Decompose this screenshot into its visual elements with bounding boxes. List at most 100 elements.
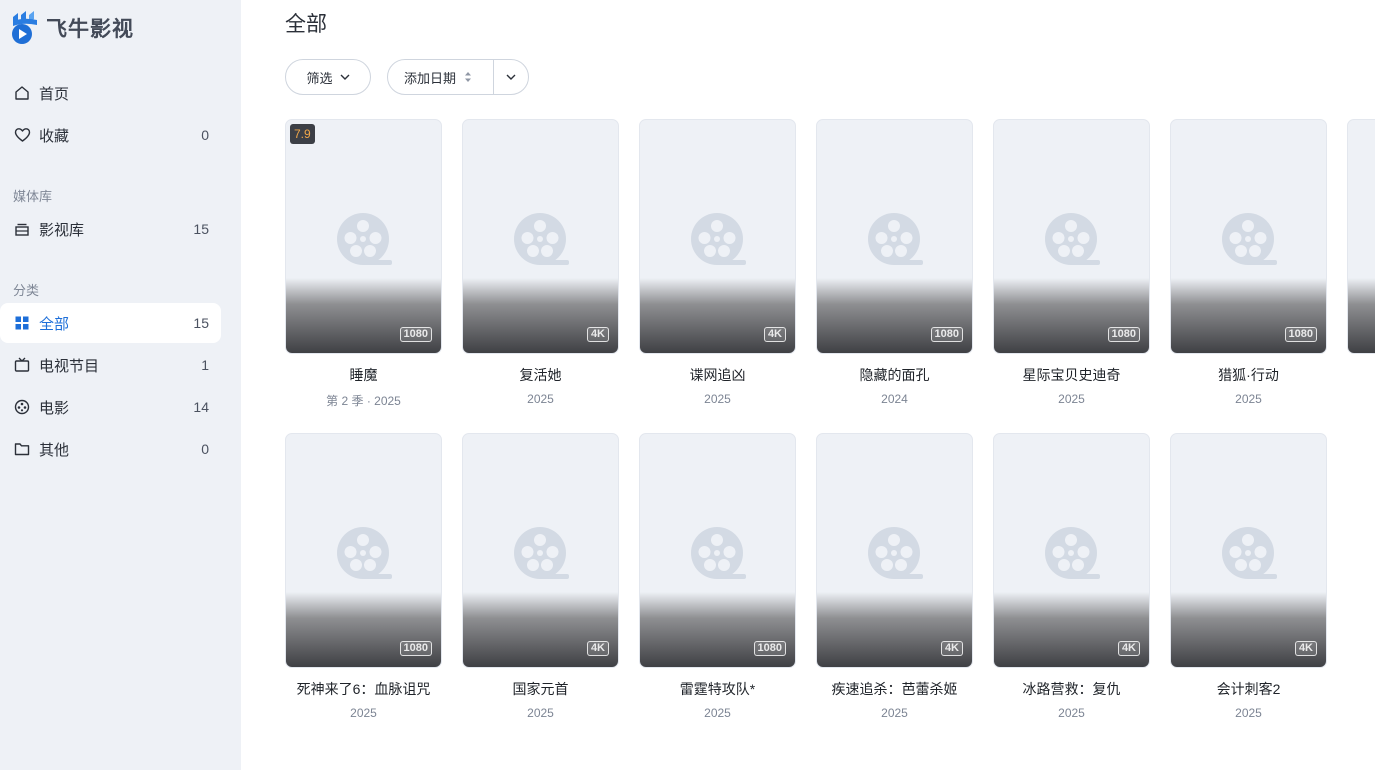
poster[interactable]: 1080	[816, 119, 973, 354]
film-reel-placeholder-icon	[514, 527, 569, 579]
media-card[interactable]: 1080 死神来了6：血脉诅咒 2025	[285, 433, 442, 720]
media-meta: 2025	[527, 392, 554, 406]
poster[interactable]: 1080	[1170, 119, 1327, 354]
poster[interactable]: 1080	[993, 119, 1150, 354]
sidebar-item-favorites[interactable]: 收藏 0	[0, 115, 221, 155]
media-card-partial[interactable]	[1347, 119, 1375, 354]
resolution-badge: 1080	[399, 641, 432, 656]
sidebar-item-media-library[interactable]: 影视库 15	[0, 209, 221, 249]
media-meta: 2025	[1235, 706, 1262, 720]
film-reel-placeholder-icon	[1045, 213, 1100, 265]
resolution-badge: 4K	[586, 327, 609, 342]
media-title[interactable]: 复活她	[462, 365, 619, 385]
film-reel-placeholder-icon	[337, 527, 392, 579]
heart-icon	[13, 126, 31, 144]
chevron-down-icon	[506, 74, 516, 80]
sidebar-item-count: 0	[201, 441, 209, 457]
sidebar-item-all[interactable]: 全部 15	[0, 303, 221, 343]
media-meta: 2025	[881, 706, 908, 720]
sort-label: 添加日期	[404, 70, 457, 86]
film-reel-placeholder-icon	[1222, 213, 1277, 265]
media-meta: 2025	[704, 392, 731, 406]
library-icon	[13, 220, 31, 238]
sidebar: 飞牛影视 首页 收藏 0 媒体库 影视库 15 分类 全部 15 电视节目 1 …	[0, 0, 241, 770]
media-card[interactable]: 4K 会计刺客2 2025	[1170, 433, 1327, 720]
sidebar-item-movies[interactable]: 电影 14	[0, 387, 221, 427]
app-name: 飞牛影视	[46, 18, 134, 41]
rating-badge: 7.9	[290, 124, 315, 144]
media-meta: 2024	[881, 392, 908, 406]
sort-order-dropdown[interactable]	[494, 60, 528, 94]
poster[interactable]: 4K	[639, 119, 796, 354]
film-reel-placeholder-icon	[1222, 527, 1277, 579]
media-title[interactable]: 睡魔	[285, 365, 442, 385]
media-title[interactable]: 隐藏的面孔	[816, 365, 973, 385]
sidebar-item-label: 收藏	[39, 127, 70, 145]
sidebar-item-label: 其他	[39, 441, 70, 459]
resolution-badge: 4K	[586, 641, 609, 656]
media-card[interactable]: 1080 隐藏的面孔 2024	[816, 119, 973, 406]
resolution-badge: 1080	[399, 327, 432, 342]
resolution-badge: 1080	[930, 327, 963, 342]
poster[interactable]: 1080	[639, 433, 796, 668]
media-title[interactable]: 国家元首	[462, 679, 619, 699]
media-card[interactable]: 1080 星际宝贝史迪奇 2025	[993, 119, 1150, 406]
resolution-badge: 1080	[1284, 327, 1317, 342]
app-logo[interactable]: 飞牛影视	[9, 11, 134, 45]
poster[interactable]: 4K	[816, 433, 973, 668]
logo-icon	[12, 11, 37, 44]
media-title[interactable]: 死神来了6：血脉诅咒	[285, 679, 442, 699]
media-card[interactable]: 4K 国家元首 2025	[462, 433, 619, 720]
poster[interactable]: 1080 7.9	[285, 119, 442, 354]
media-meta: 2025	[1058, 706, 1085, 720]
grid-icon	[13, 314, 31, 332]
poster[interactable]: 4K	[462, 119, 619, 354]
media-title[interactable]: 雷霆特攻队*	[639, 679, 796, 699]
film-reel-placeholder-icon	[868, 213, 923, 265]
media-card[interactable]: 4K 复活她 2025	[462, 119, 619, 406]
media-title[interactable]: 猎狐·行动	[1170, 365, 1327, 385]
sidebar-item-count: 15	[193, 315, 209, 331]
film-reel-placeholder-icon	[868, 527, 923, 579]
poster[interactable]: 4K	[462, 433, 619, 668]
sidebar-item-other[interactable]: 其他 0	[0, 429, 221, 469]
media-title[interactable]: 会计刺客2	[1170, 679, 1327, 699]
media-card[interactable]: 4K 谍网追凶 2025	[639, 119, 796, 406]
filter-button[interactable]: 筛选	[285, 59, 371, 95]
section-label-library: 媒体库	[13, 189, 53, 204]
resolution-badge: 1080	[1107, 327, 1140, 342]
media-card[interactable]: 1080 7.9 睡魔 第 2 季 · 2025	[285, 119, 442, 409]
section-label-categories: 分类	[13, 283, 40, 298]
media-title[interactable]: 冰路营救：复仇	[993, 679, 1150, 699]
film-reel-placeholder-icon	[514, 213, 569, 265]
media-title[interactable]: 谍网追凶	[639, 365, 796, 385]
media-meta: 2025	[527, 706, 554, 720]
sidebar-item-home[interactable]: 首页	[0, 73, 221, 113]
sort-control: 添加日期	[387, 59, 529, 95]
poster[interactable]: 4K	[993, 433, 1150, 668]
poster[interactable]: 4K	[1170, 433, 1327, 668]
resolution-badge: 4K	[940, 641, 963, 656]
folder-icon	[13, 440, 31, 458]
media-title[interactable]: 疾速追杀：芭蕾杀姬	[816, 679, 973, 699]
film-reel-placeholder-icon	[691, 527, 746, 579]
media-card[interactable]: 4K 冰路营救：复仇 2025	[993, 433, 1150, 720]
resolution-badge: 1080	[753, 641, 786, 656]
film-reel-placeholder-icon	[1045, 527, 1100, 579]
media-card[interactable]: 1080 雷霆特攻队* 2025	[639, 433, 796, 720]
sidebar-item-label: 电视节目	[39, 357, 100, 375]
sidebar-item-count: 0	[201, 127, 209, 143]
media-card[interactable]: 1080 猎狐·行动 2025	[1170, 119, 1327, 406]
sidebar-item-label: 影视库	[39, 221, 85, 239]
poster[interactable]: 1080	[285, 433, 442, 668]
sidebar-item-tv-shows[interactable]: 电视节目 1	[0, 345, 221, 385]
tv-icon	[13, 356, 31, 374]
sidebar-item-label: 首页	[39, 85, 70, 103]
sort-field-button[interactable]: 添加日期	[388, 60, 494, 94]
resolution-badge: 4K	[1294, 641, 1317, 656]
media-title[interactable]: 星际宝贝史迪奇	[993, 365, 1150, 385]
media-meta: 2025	[704, 706, 731, 720]
chevron-down-icon	[340, 74, 349, 80]
media-meta: 2025	[1235, 392, 1262, 406]
media-card[interactable]: 4K 疾速追杀：芭蕾杀姬 2025	[816, 433, 973, 720]
